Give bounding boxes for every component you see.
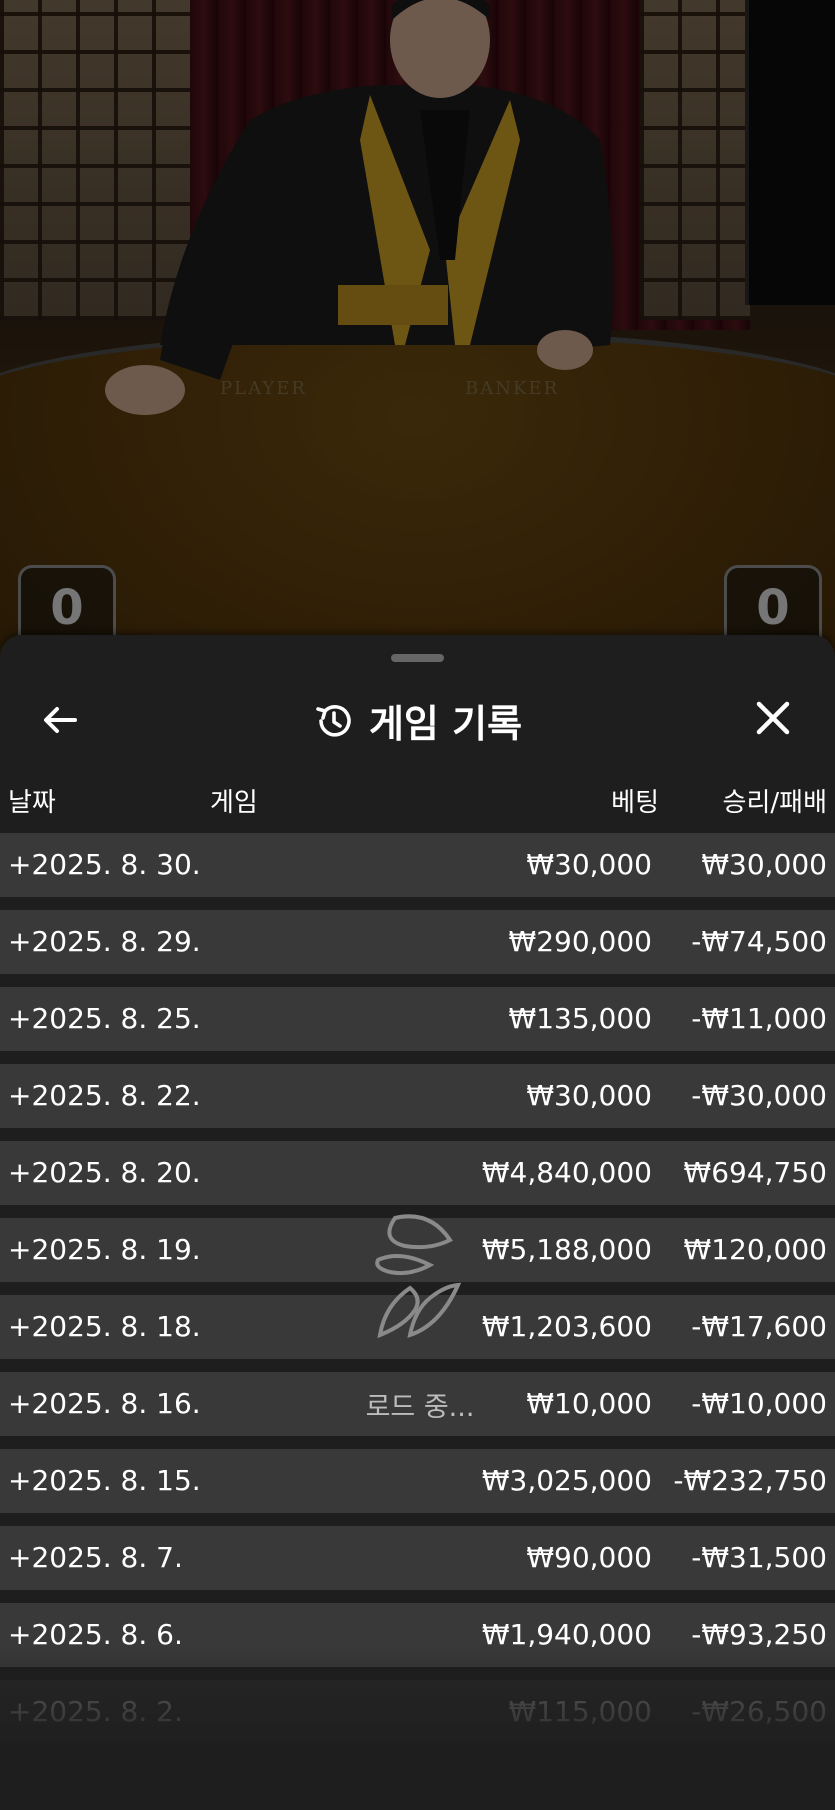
row-date: +2025. 8. 7. <box>8 1541 183 1574</box>
sheet-title-group: 게임 기록 <box>0 693 835 747</box>
video-dim-overlay <box>0 0 835 660</box>
history-row[interactable]: +2025. 8. 2. ₩115,000 -₩26,500 <box>0 1680 835 1744</box>
row-bet: ₩90,000 <box>526 1541 652 1574</box>
row-date: +2025. 8. 30. <box>8 848 201 881</box>
row-winloss: ₩120,000 <box>683 1233 827 1266</box>
loading-spinner-icon <box>375 1214 462 1339</box>
row-winloss: -₩232,750 <box>673 1464 827 1497</box>
row-winloss: -₩11,000 <box>691 1002 827 1035</box>
history-row[interactable]: +2025. 8. 29. ₩290,000 -₩74,500 <box>0 910 835 974</box>
row-bet: ₩10,000 <box>526 1387 652 1420</box>
history-row[interactable]: +2025. 8. 7. ₩90,000 -₩31,500 <box>0 1526 835 1590</box>
live-video-background: PLAYER BANKER 0 0 <box>0 0 835 660</box>
row-winloss: ₩30,000 <box>701 848 827 881</box>
row-winloss: -₩10,000 <box>691 1387 827 1420</box>
column-header-winloss: 승리/패배 <box>722 788 827 818</box>
row-bet: ₩30,000 <box>526 1079 652 1112</box>
row-bet: ₩115,000 <box>508 1695 652 1728</box>
row-winloss: -₩31,500 <box>691 1541 827 1574</box>
row-date: +2025. 8. 29. <box>8 925 201 958</box>
table-header: 날짜 게임 베팅 승리/패배 <box>0 782 835 822</box>
history-row[interactable]: +2025. 8. 22. ₩30,000 -₩30,000 <box>0 1064 835 1128</box>
page-title: 게임 기록 <box>368 702 523 746</box>
history-row[interactable]: +2025. 8. 15. ₩3,025,000 -₩232,750 <box>0 1449 835 1513</box>
history-row[interactable]: +2025. 8. 20. ₩4,840,000 ₩694,750 <box>0 1141 835 1205</box>
history-row[interactable]: +2025. 8. 30. ₩30,000 ₩30,000 <box>0 833 835 897</box>
row-bet: ₩290,000 <box>508 925 652 958</box>
column-header-game: 게임 <box>210 788 258 818</box>
close-button[interactable] <box>748 693 798 743</box>
row-date: +2025. 8. 16. <box>8 1387 201 1420</box>
row-date: +2025. 8. 6. <box>8 1618 183 1651</box>
row-bet: ₩1,940,000 <box>481 1618 652 1651</box>
row-winloss: -₩26,500 <box>691 1695 827 1728</box>
row-winloss: ₩694,750 <box>683 1156 827 1189</box>
row-bet: ₩1,203,600 <box>481 1310 652 1343</box>
row-winloss: -₩74,500 <box>691 925 827 958</box>
column-header-bet: 베팅 <box>611 788 659 818</box>
row-bet: ₩3,025,000 <box>481 1464 652 1497</box>
row-date: +2025. 8. 15. <box>8 1464 201 1497</box>
row-bet: ₩30,000 <box>526 848 652 881</box>
row-winloss: -₩93,250 <box>691 1618 827 1651</box>
row-date: +2025. 8. 25. <box>8 1002 201 1035</box>
row-date: +2025. 8. 20. <box>8 1156 201 1189</box>
sheet-header: 게임 기록 <box>0 675 835 765</box>
sheet-drag-handle[interactable] <box>391 654 444 662</box>
row-date: +2025. 8. 19. <box>8 1233 201 1266</box>
row-date: +2025. 8. 18. <box>8 1310 201 1343</box>
close-icon <box>756 701 790 735</box>
history-row[interactable]: +2025. 8. 25. ₩135,000 -₩11,000 <box>0 987 835 1051</box>
loading-text: 로드 중... <box>365 1392 475 1423</box>
row-bet: ₩4,840,000 <box>481 1156 652 1189</box>
row-date: +2025. 8. 22. <box>8 1079 201 1112</box>
row-winloss: -₩30,000 <box>691 1079 827 1112</box>
row-date: +2025. 8. 2. <box>8 1695 183 1728</box>
row-winloss: -₩17,600 <box>691 1310 827 1343</box>
row-bet: ₩135,000 <box>508 1002 652 1035</box>
row-bet: ₩5,188,000 <box>481 1233 652 1266</box>
history-row[interactable]: +2025. 8. 6. ₩1,940,000 -₩93,250 <box>0 1603 835 1667</box>
column-header-date: 날짜 <box>8 788 56 818</box>
history-icon <box>316 704 351 737</box>
